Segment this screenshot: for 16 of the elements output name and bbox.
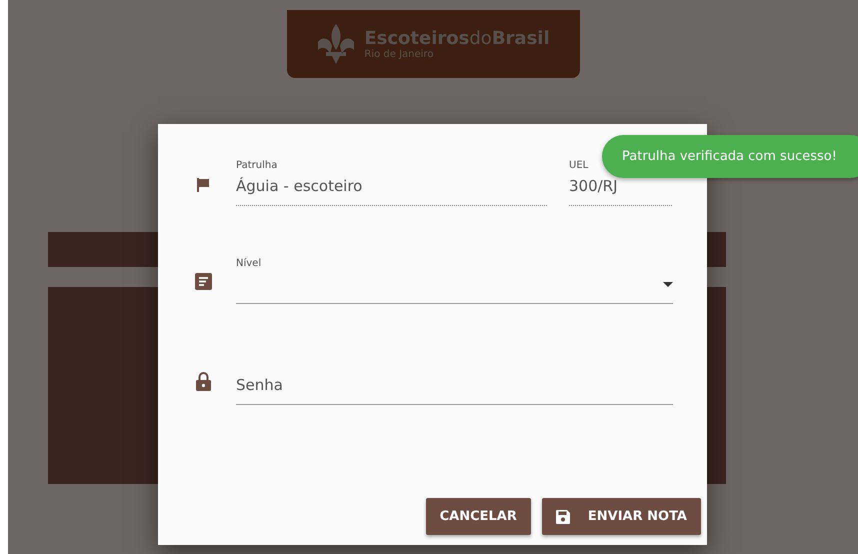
lock-icon [196,372,210,391]
field-label: UEL [569,160,590,171]
submit-button[interactable]: ENVIAR NOTA [542,498,701,535]
success-snackbar: Patrulha verificada com sucesso! [602,135,858,178]
field-value: Águia - escoteiro [236,177,364,195]
field-label: Patrulha [236,160,278,171]
password-field[interactable]: Senha [236,376,673,405]
flag-icon [196,178,210,192]
cancel-button[interactable]: CANCELAR [426,498,531,535]
brand-name: EscoteirosdoBrasil [364,28,550,49]
field-value: 300/RJ [569,177,619,195]
fleur-de-lis-icon [316,22,356,66]
brand-region: Rio de Janeiro [364,49,434,60]
select-field[interactable]: Nível [236,258,673,304]
notes-icon [194,273,212,290]
save-icon [556,510,570,524]
